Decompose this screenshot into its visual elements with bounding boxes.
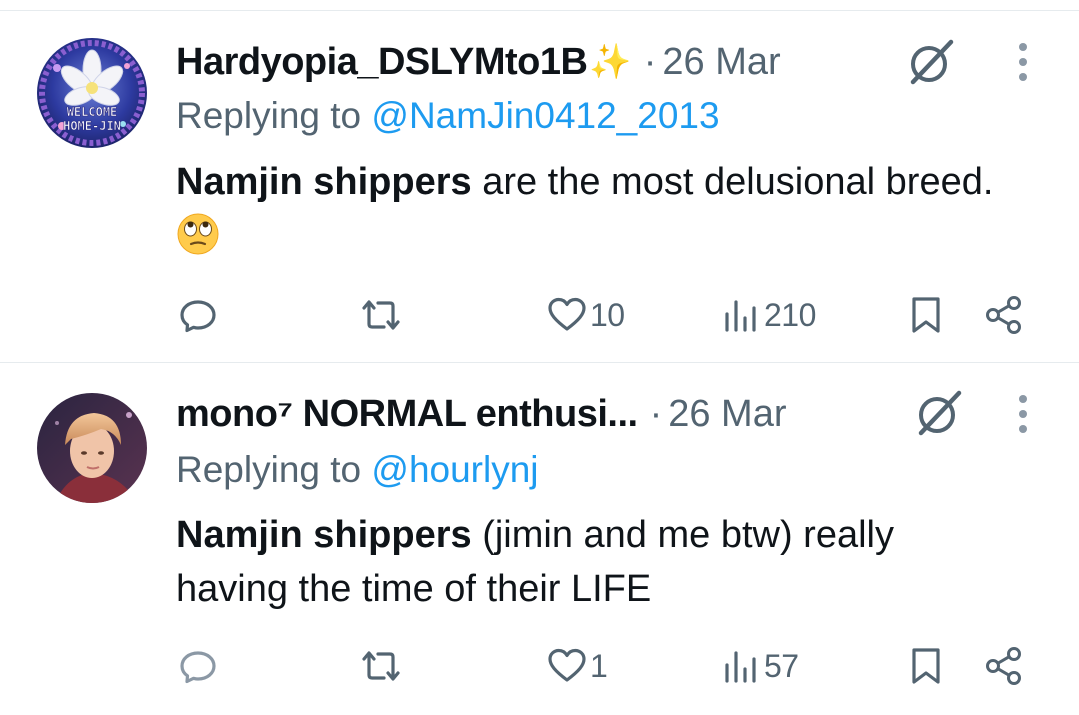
face-with-rolling-eyes-emoji [176,212,220,271]
share-button[interactable] [983,290,1025,340]
more-icon[interactable] [1010,40,1036,86]
separator: · [649,392,663,435]
like-count: 1 [590,647,608,684]
avatar[interactable]: WELCOME HOME-JIN [37,38,147,148]
retweet-button[interactable] [357,641,407,691]
replying-handle[interactable]: @hourlynj [371,449,538,490]
retweet-icon [362,300,400,330]
tweet-body: Namjin shippers (jimin and me btw) reall… [176,508,1016,616]
views-button[interactable]: 210 [722,290,816,340]
bookmark-button[interactable] [908,290,944,340]
avatar-text: WELCOME [67,105,118,119]
tweet-2[interactable]: mono⁷ NORMAL enthusi... · 26 Mar Replyin… [0,363,1079,715]
views-icon [725,651,756,683]
share-icon [986,647,1021,685]
replying-to: Replying to @NamJin0412_2013 [176,95,720,137]
body-bold: Namjin shippers [176,161,472,203]
like-button[interactable]: 10 [546,290,625,340]
tweet-actions: 10 210 [0,290,1079,340]
retweet-button[interactable] [357,290,407,340]
tweet-header: mono⁷ NORMAL enthusi... · 26 Mar [176,390,787,438]
grok-icon[interactable] [913,387,965,439]
tweet-1[interactable]: WELCOME HOME-JIN Hardyopia_DSLYMto1B ✨ ·… [0,0,1079,362]
tweet-actions: 1 57 [0,641,1079,691]
like-count: 10 [590,296,625,333]
reply-icon [180,651,216,684]
timestamp[interactable]: 26 Mar [662,41,780,84]
more-icon[interactable] [1010,392,1036,438]
sparkles-emoji: ✨ [589,43,632,81]
like-button[interactable]: 1 [546,641,608,691]
tweet-header: Hardyopia_DSLYMto1B ✨ · 26 Mar [176,38,781,86]
views-count: 210 [764,296,816,333]
body-bold: Namjin shippers [176,514,472,556]
replying-to: Replying to @hourlynj [176,449,539,491]
grok-icon[interactable] [905,36,957,88]
bookmark-button[interactable] [908,641,944,691]
bookmark-icon [912,297,940,333]
views-icon [725,300,756,332]
separator: · [643,40,657,83]
bookmark-icon [912,648,940,684]
views-count: 57 [764,647,799,684]
reply-icon [180,300,216,333]
like-icon [548,297,586,331]
replying-prefix: Replying to [176,449,372,490]
replying-handle[interactable]: @NamJin0412_2013 [371,95,719,136]
views-button[interactable]: 57 [722,641,799,691]
retweet-icon [362,651,400,681]
replying-prefix: Replying to [176,95,372,136]
reply-button[interactable] [177,641,221,691]
like-icon [548,648,586,682]
avatar-text: HOME-JIN [63,119,121,133]
display-name[interactable]: Hardyopia_DSLYMto1B [176,41,588,84]
avatar[interactable] [37,393,147,503]
tweet-body: Namjin shippers are the most delusional … [176,155,996,271]
timestamp[interactable]: 26 Mar [668,393,786,436]
share-button[interactable] [983,641,1025,691]
display-name[interactable]: mono⁷ NORMAL enthusi... [176,393,638,436]
share-icon [986,296,1021,334]
reply-button[interactable] [177,290,221,340]
body-text: are the most delusional breed. [471,161,994,203]
